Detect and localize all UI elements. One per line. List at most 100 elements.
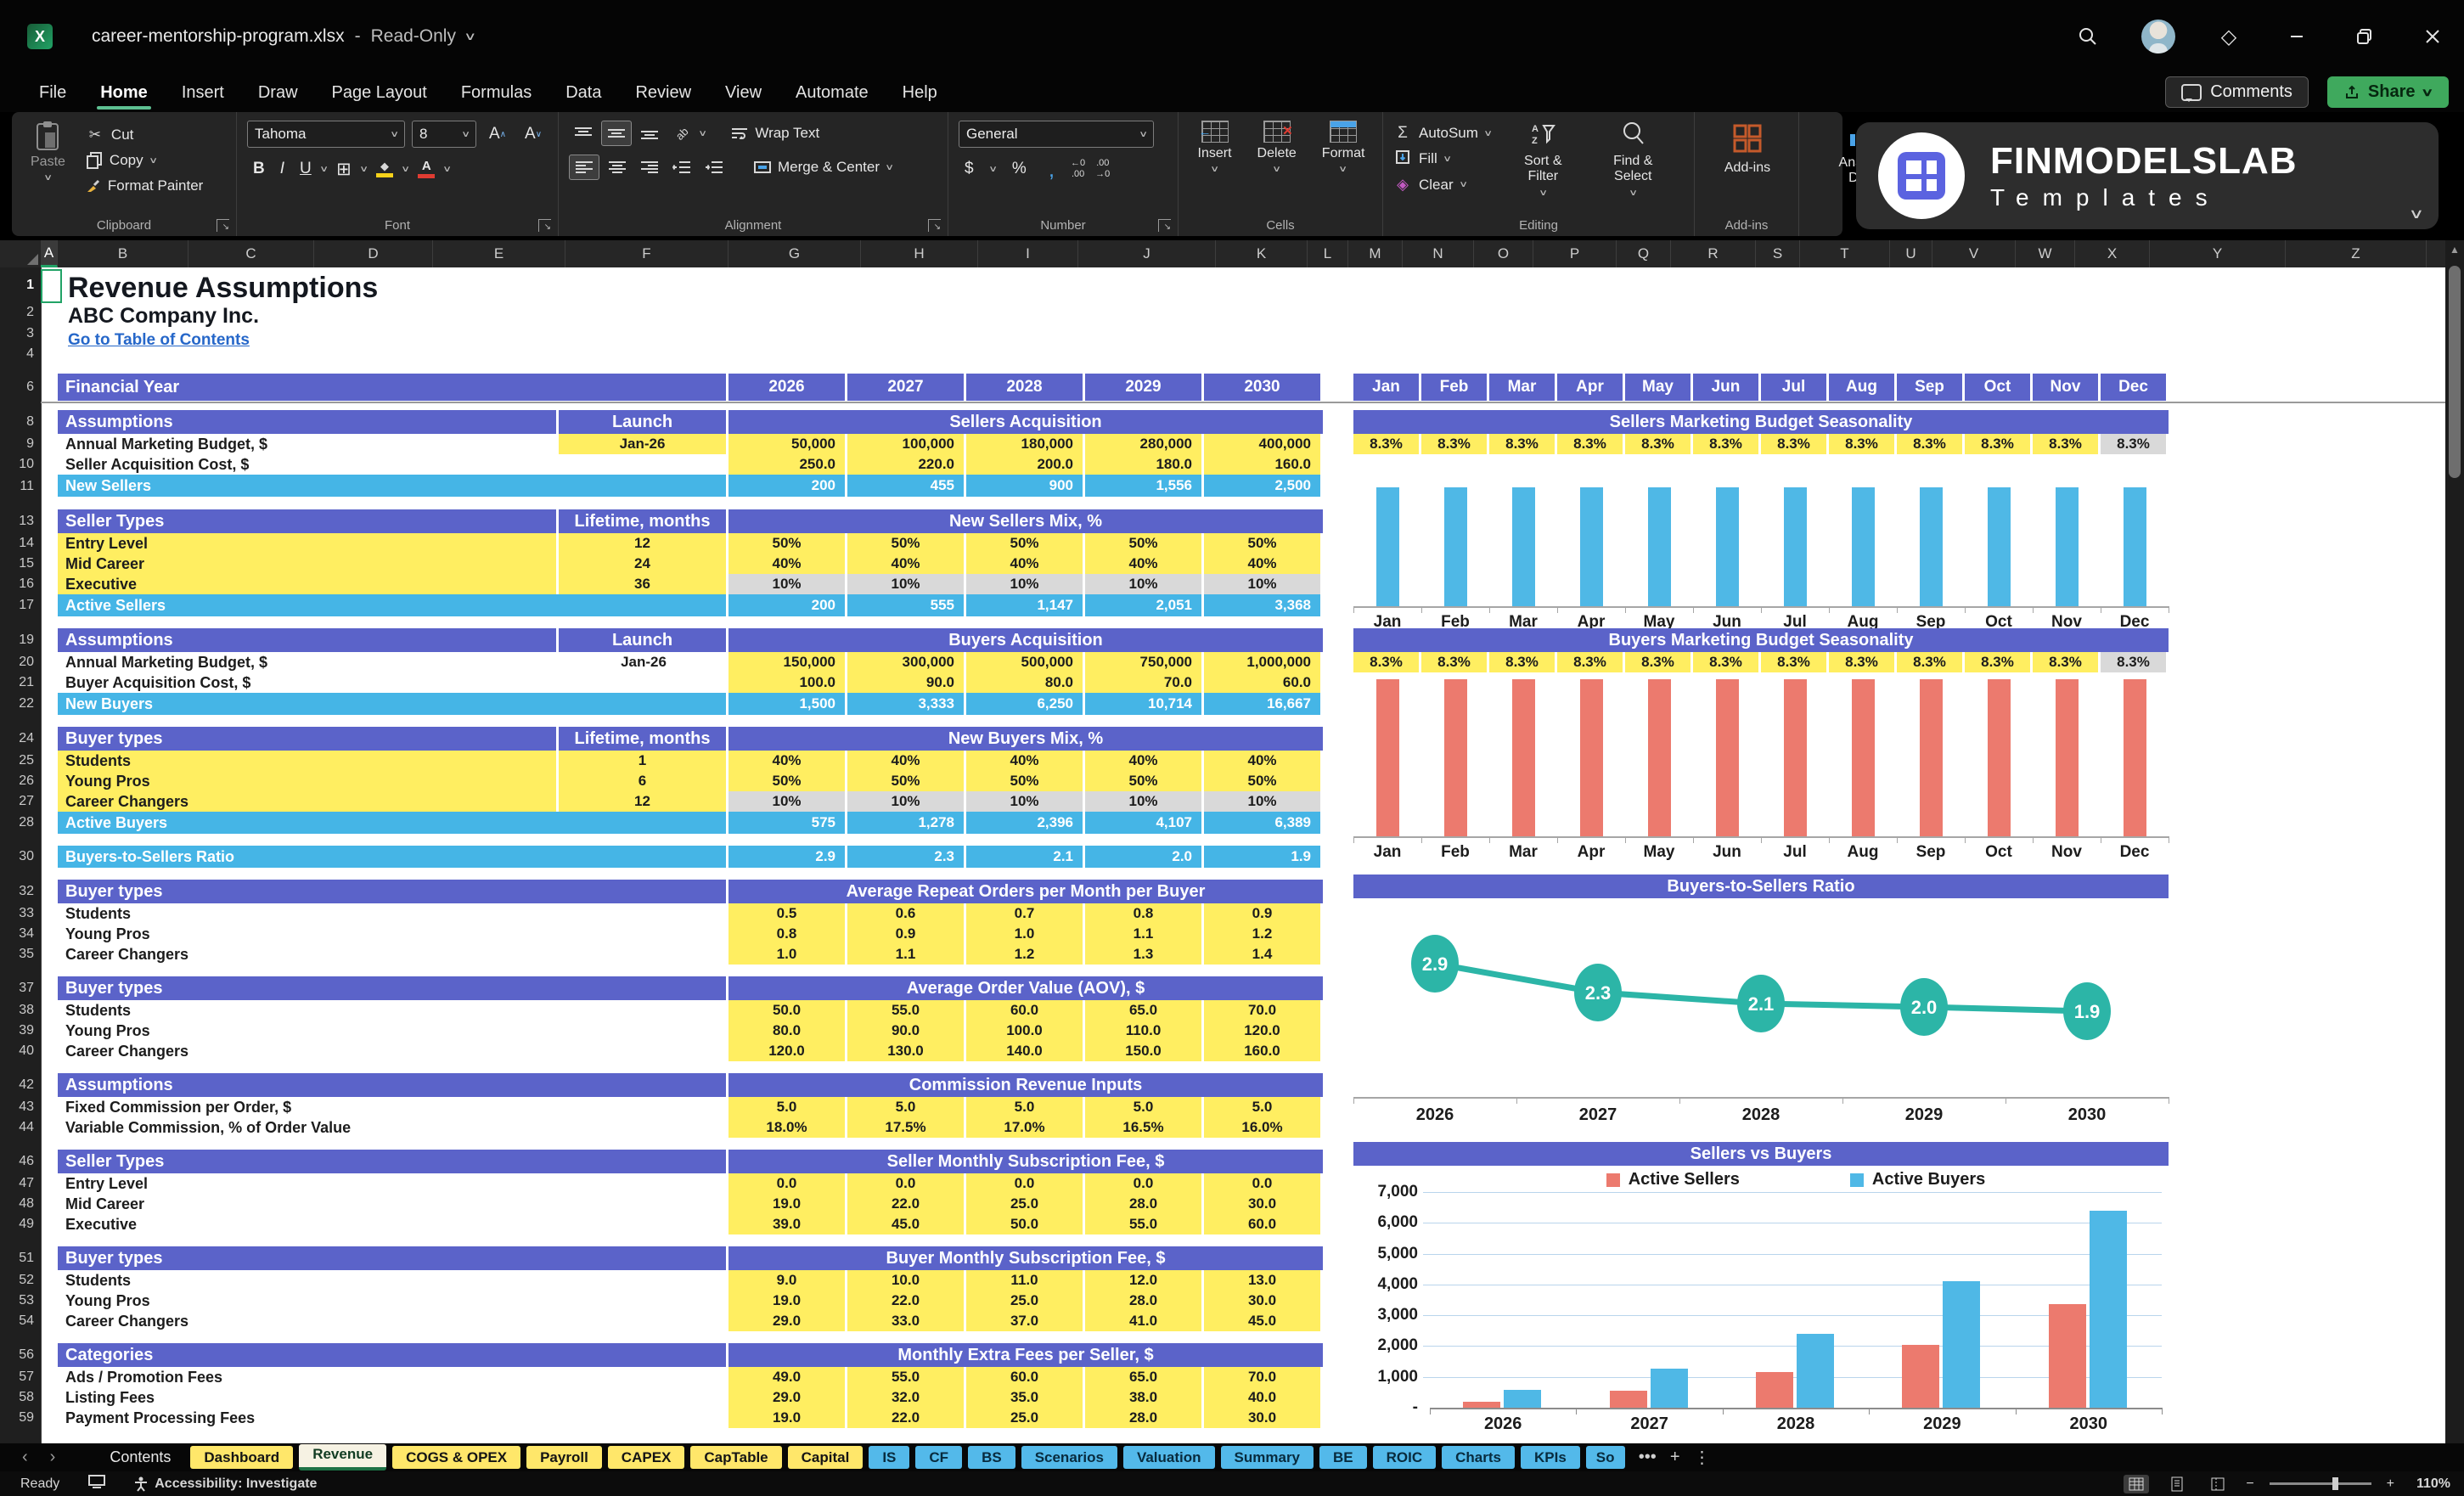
row-header-4[interactable]: 4 xyxy=(26,346,34,362)
cell-value[interactable]: 65.0 xyxy=(1085,1000,1204,1021)
column-header-N[interactable]: N xyxy=(1403,240,1474,267)
cut-button[interactable]: ✂ Cut xyxy=(86,122,203,148)
sheet-tab-capital[interactable]: Capital xyxy=(787,1446,864,1469)
buyers-seasonality-pct[interactable]: 8.3% xyxy=(1557,652,1625,672)
cell-value[interactable]: 1.0 xyxy=(729,944,847,965)
row-header-53[interactable]: 53 xyxy=(19,1293,34,1308)
number-format-select[interactable]: General ∨ xyxy=(959,121,1154,148)
new-sheet-button[interactable]: + xyxy=(1670,1448,1680,1467)
comma-style-button[interactable]: , xyxy=(1043,156,1060,182)
row-header-47[interactable]: 47 xyxy=(19,1176,34,1191)
column-header-G[interactable]: G xyxy=(729,240,861,267)
cell-value[interactable]: 50.0 xyxy=(729,1000,847,1021)
cell-value[interactable]: 100.0 xyxy=(729,672,847,693)
row-header-33[interactable]: 33 xyxy=(19,906,34,921)
cell-value[interactable]: 50% xyxy=(729,771,847,791)
cell-value[interactable]: 50% xyxy=(966,533,1085,554)
column-header-S[interactable]: S xyxy=(1756,240,1800,267)
total-row-value[interactable]: 2.3 xyxy=(847,846,966,868)
total-row-value[interactable]: 1,278 xyxy=(847,812,966,834)
row-header-11[interactable]: 11 xyxy=(20,479,34,494)
paste-button[interactable]: Paste ∨ xyxy=(22,121,74,200)
total-row-value[interactable]: 16,667 xyxy=(1204,693,1323,715)
align-left-button[interactable] xyxy=(569,155,599,180)
row-header-10[interactable]: 10 xyxy=(19,457,34,472)
cell-value[interactable]: 16.5% xyxy=(1085,1117,1204,1138)
scroll-up-icon[interactable]: ▲ xyxy=(2445,240,2464,256)
ribbon-tab-data[interactable]: Data xyxy=(550,78,616,108)
cell-value[interactable]: 0.8 xyxy=(1085,903,1204,924)
column-header-V[interactable]: V xyxy=(1932,240,2016,267)
cell-value[interactable]: 10% xyxy=(847,574,966,594)
row-header-34[interactable]: 34 xyxy=(19,926,34,942)
section-header-right[interactable]: Buyers Acquisition xyxy=(729,628,1323,652)
cell-value[interactable]: 150,000 xyxy=(729,652,847,672)
sheet-tab-cf[interactable]: CF xyxy=(915,1446,963,1469)
cell-row-label[interactable]: Mid Career xyxy=(58,1194,729,1214)
cell-value[interactable]: 25.0 xyxy=(966,1408,1085,1428)
total-row-value[interactable]: 200 xyxy=(729,594,847,616)
cell-row-label[interactable]: Students xyxy=(58,1000,729,1021)
buyers-seasonality-pct[interactable]: 8.3% xyxy=(2101,652,2169,672)
sellers-seasonality-pct[interactable]: 8.3% xyxy=(2033,434,2101,454)
row-header-8[interactable]: 8 xyxy=(26,414,34,430)
cell-value[interactable]: 1.2 xyxy=(966,944,1085,965)
row-header-52[interactable]: 52 xyxy=(19,1273,34,1288)
cell-value[interactable]: 40% xyxy=(966,751,1085,771)
cell-value[interactable]: 0.7 xyxy=(966,903,1085,924)
cell-value[interactable]: 500,000 xyxy=(966,652,1085,672)
cell-value[interactable]: 10% xyxy=(847,791,966,812)
cell-mid-value[interactable]: 12 xyxy=(559,791,729,812)
ribbon-tab-file[interactable]: File xyxy=(24,78,82,108)
cell-value[interactable]: 40% xyxy=(847,751,966,771)
month-header-Dec[interactable]: Dec xyxy=(2101,374,2169,401)
accessibility-status[interactable]: Accessibility: Investigate xyxy=(134,1476,317,1492)
section-header-right[interactable]: Seller Monthly Subscription Fee, $ xyxy=(729,1150,1323,1173)
section-header-left[interactable]: Assumptions xyxy=(58,628,559,652)
cell-value[interactable]: 140.0 xyxy=(966,1041,1085,1061)
column-header-I[interactable]: I xyxy=(978,240,1078,267)
sellers-seasonality-pct[interactable]: 8.3% xyxy=(1897,434,1965,454)
section-header-right[interactable]: Commission Revenue Inputs xyxy=(729,1073,1323,1097)
cell-value[interactable]: 22.0 xyxy=(847,1194,966,1214)
cell-mid-value[interactable]: 1 xyxy=(559,751,729,771)
row-header-22[interactable]: 22 xyxy=(19,696,34,711)
font-color-chevron-icon[interactable]: ∨ xyxy=(443,165,453,174)
total-row-value[interactable]: 455 xyxy=(847,475,966,497)
cell-value[interactable]: 30.0 xyxy=(1204,1408,1323,1428)
row-header-35[interactable]: 35 xyxy=(19,947,34,962)
cell-row-label[interactable]: Seller Acquisition Cost, $ xyxy=(58,454,559,475)
total-row-label[interactable]: Buyers-to-Sellers Ratio xyxy=(58,846,729,868)
cell-row-label[interactable]: Listing Fees xyxy=(58,1387,729,1408)
cell-value[interactable]: 30.0 xyxy=(1204,1291,1323,1311)
financial-year-label[interactable]: Financial Year xyxy=(58,374,729,401)
cell-mid-value[interactable]: Jan-26 xyxy=(559,652,729,672)
sellers-seasonality-pct[interactable]: 8.3% xyxy=(1421,434,1489,454)
cell-value[interactable]: 40% xyxy=(729,751,847,771)
zoom-level[interactable]: 110% xyxy=(2410,1476,2450,1492)
cell-value[interactable]: 25.0 xyxy=(966,1194,1085,1214)
cell-value[interactable]: 110.0 xyxy=(1085,1021,1204,1041)
orientation-chevron-icon[interactable]: ∨ xyxy=(698,129,707,138)
ratio-chart-title[interactable]: Buyers-to-Sellers Ratio xyxy=(1353,875,2169,898)
cell-value[interactable]: 28.0 xyxy=(1085,1194,1204,1214)
cell-value[interactable]: 60.0 xyxy=(1204,1214,1323,1234)
buyers-seasonality-pct[interactable]: 8.3% xyxy=(1353,652,1421,672)
section-header-left[interactable]: Buyer types xyxy=(58,1246,729,1270)
cell-value[interactable]: 1.2 xyxy=(1204,924,1323,944)
cell-value[interactable]: 65.0 xyxy=(1085,1367,1204,1387)
column-header-J[interactable]: J xyxy=(1078,240,1216,267)
total-row-value[interactable]: 2.9 xyxy=(729,846,847,868)
year-header-2030[interactable]: 2030 xyxy=(1204,374,1323,401)
row-header-54[interactable]: 54 xyxy=(19,1313,34,1329)
cell-value[interactable]: 38.0 xyxy=(1085,1387,1204,1408)
cell-value[interactable]: 180.0 xyxy=(1085,454,1204,475)
row-header-17[interactable]: 17 xyxy=(19,598,34,613)
cell-value[interactable]: 22.0 xyxy=(847,1408,966,1428)
cell-value[interactable]: 0.5 xyxy=(729,903,847,924)
row-header-13[interactable]: 13 xyxy=(19,514,34,529)
cell-value[interactable]: 39.0 xyxy=(729,1214,847,1234)
cell-value[interactable]: 300,000 xyxy=(847,652,966,672)
row-header-44[interactable]: 44 xyxy=(19,1120,34,1135)
cell-value[interactable]: 50% xyxy=(1204,771,1323,791)
